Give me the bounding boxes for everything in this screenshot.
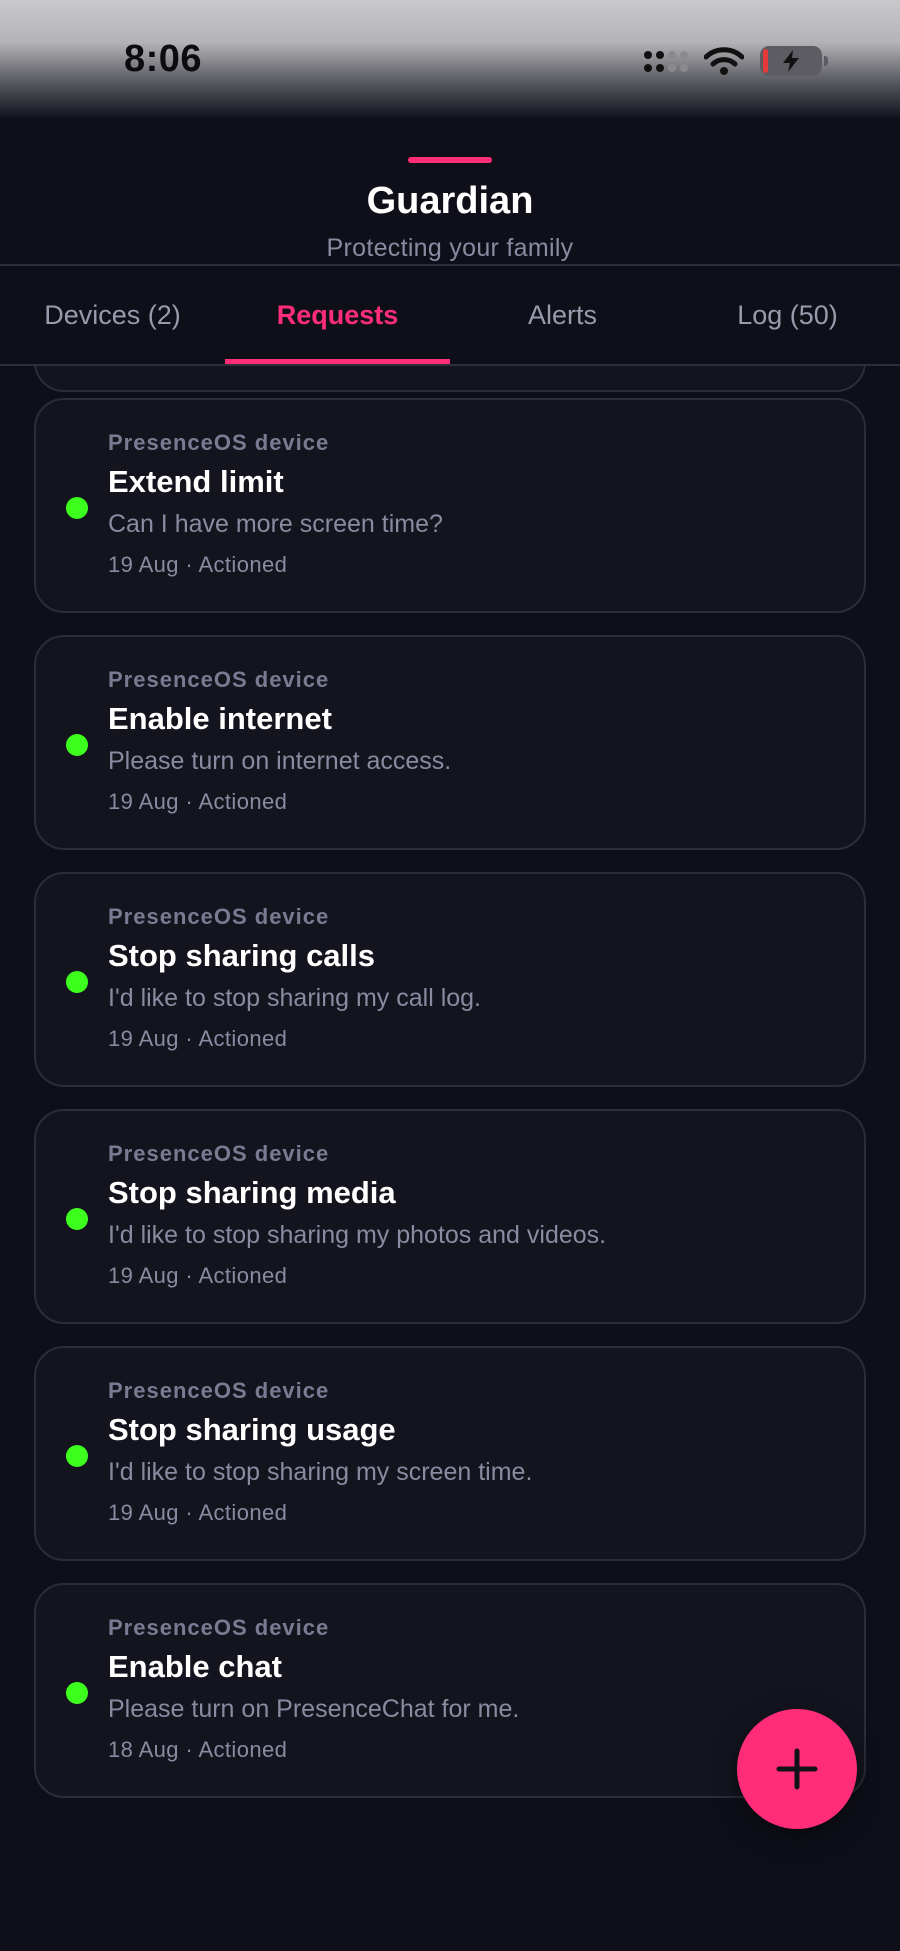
app-screen: 8:06 Guardian Protecting your family Dev… [0, 0, 900, 1951]
request-card[interactable]: PresenceOS device Extend limit Can I hav… [34, 398, 866, 613]
tab-bar: Devices (2) Requests Alerts Log (50) [0, 266, 900, 364]
request-title: Stop sharing usage [108, 1412, 396, 1447]
status-dot [66, 1445, 88, 1467]
tab-requests[interactable]: Requests [225, 266, 450, 364]
request-meta: 19 Aug · Actioned [108, 1026, 288, 1051]
request-title: Stop sharing calls [108, 938, 376, 973]
request-card[interactable]: PresenceOS device Enable internet Please… [34, 635, 866, 850]
request-message: I'd like to stop sharing my photos and v… [108, 1221, 607, 1249]
request-message: Can I have more screen time? [108, 510, 443, 538]
request-meta: 19 Aug · Actioned [108, 552, 288, 577]
status-icons [644, 44, 828, 78]
request-message: Please turn on internet access. [108, 747, 452, 775]
tab-devices[interactable]: Devices (2) [0, 266, 225, 364]
request-device: PresenceOS device [108, 667, 330, 692]
request-title: Stop sharing media [108, 1175, 396, 1210]
header-accent-bar [408, 157, 492, 163]
app-subtitle: Protecting your family [326, 234, 574, 262]
status-time: 8:06 [124, 38, 203, 80]
plus-icon [776, 1748, 818, 1790]
tab-log[interactable]: Log (50) [675, 266, 900, 364]
request-meta: 19 Aug · Actioned [108, 1500, 288, 1525]
requests-list[interactable]: PresenceOS device Extend limit Can I hav… [0, 366, 900, 1951]
wifi-icon [704, 47, 744, 75]
status-dot [66, 971, 88, 993]
tab-alerts[interactable]: Alerts [450, 266, 675, 364]
request-card[interactable]: PresenceOS device Stop sharing calls I'd… [34, 872, 866, 1087]
request-device: PresenceOS device [108, 1141, 330, 1166]
request-device: PresenceOS device [108, 430, 330, 455]
status-bar: 8:06 [0, 0, 900, 120]
request-meta: 19 Aug · Actioned [108, 789, 288, 814]
battery-charging-icon [760, 46, 828, 76]
request-card[interactable]: PresenceOS device Stop sharing media I'd… [34, 1109, 866, 1324]
request-meta: 18 Aug · Actioned [108, 1737, 288, 1762]
request-meta: 19 Aug · Actioned [108, 1263, 288, 1288]
request-card[interactable]: PresenceOS device Stop sharing usage I'd… [34, 1346, 866, 1561]
request-title: Extend limit [108, 464, 284, 499]
request-card-partial[interactable] [34, 366, 866, 392]
add-request-button[interactable] [737, 1709, 857, 1829]
status-dot [66, 734, 88, 756]
status-dot [66, 497, 88, 519]
request-message: I'd like to stop sharing my screen time. [108, 1458, 533, 1486]
status-dot [66, 1682, 88, 1704]
request-message: Please turn on PresenceChat for me. [108, 1695, 520, 1723]
request-title: Enable chat [108, 1649, 282, 1684]
request-device: PresenceOS device [108, 1615, 330, 1640]
signal-icon [644, 50, 688, 72]
request-message: I'd like to stop sharing my call log. [108, 984, 481, 1012]
status-dot [66, 1208, 88, 1230]
app-title: Guardian [366, 180, 534, 222]
request-device: PresenceOS device [108, 1378, 330, 1403]
request-title: Enable internet [108, 701, 332, 736]
request-device: PresenceOS device [108, 904, 330, 929]
